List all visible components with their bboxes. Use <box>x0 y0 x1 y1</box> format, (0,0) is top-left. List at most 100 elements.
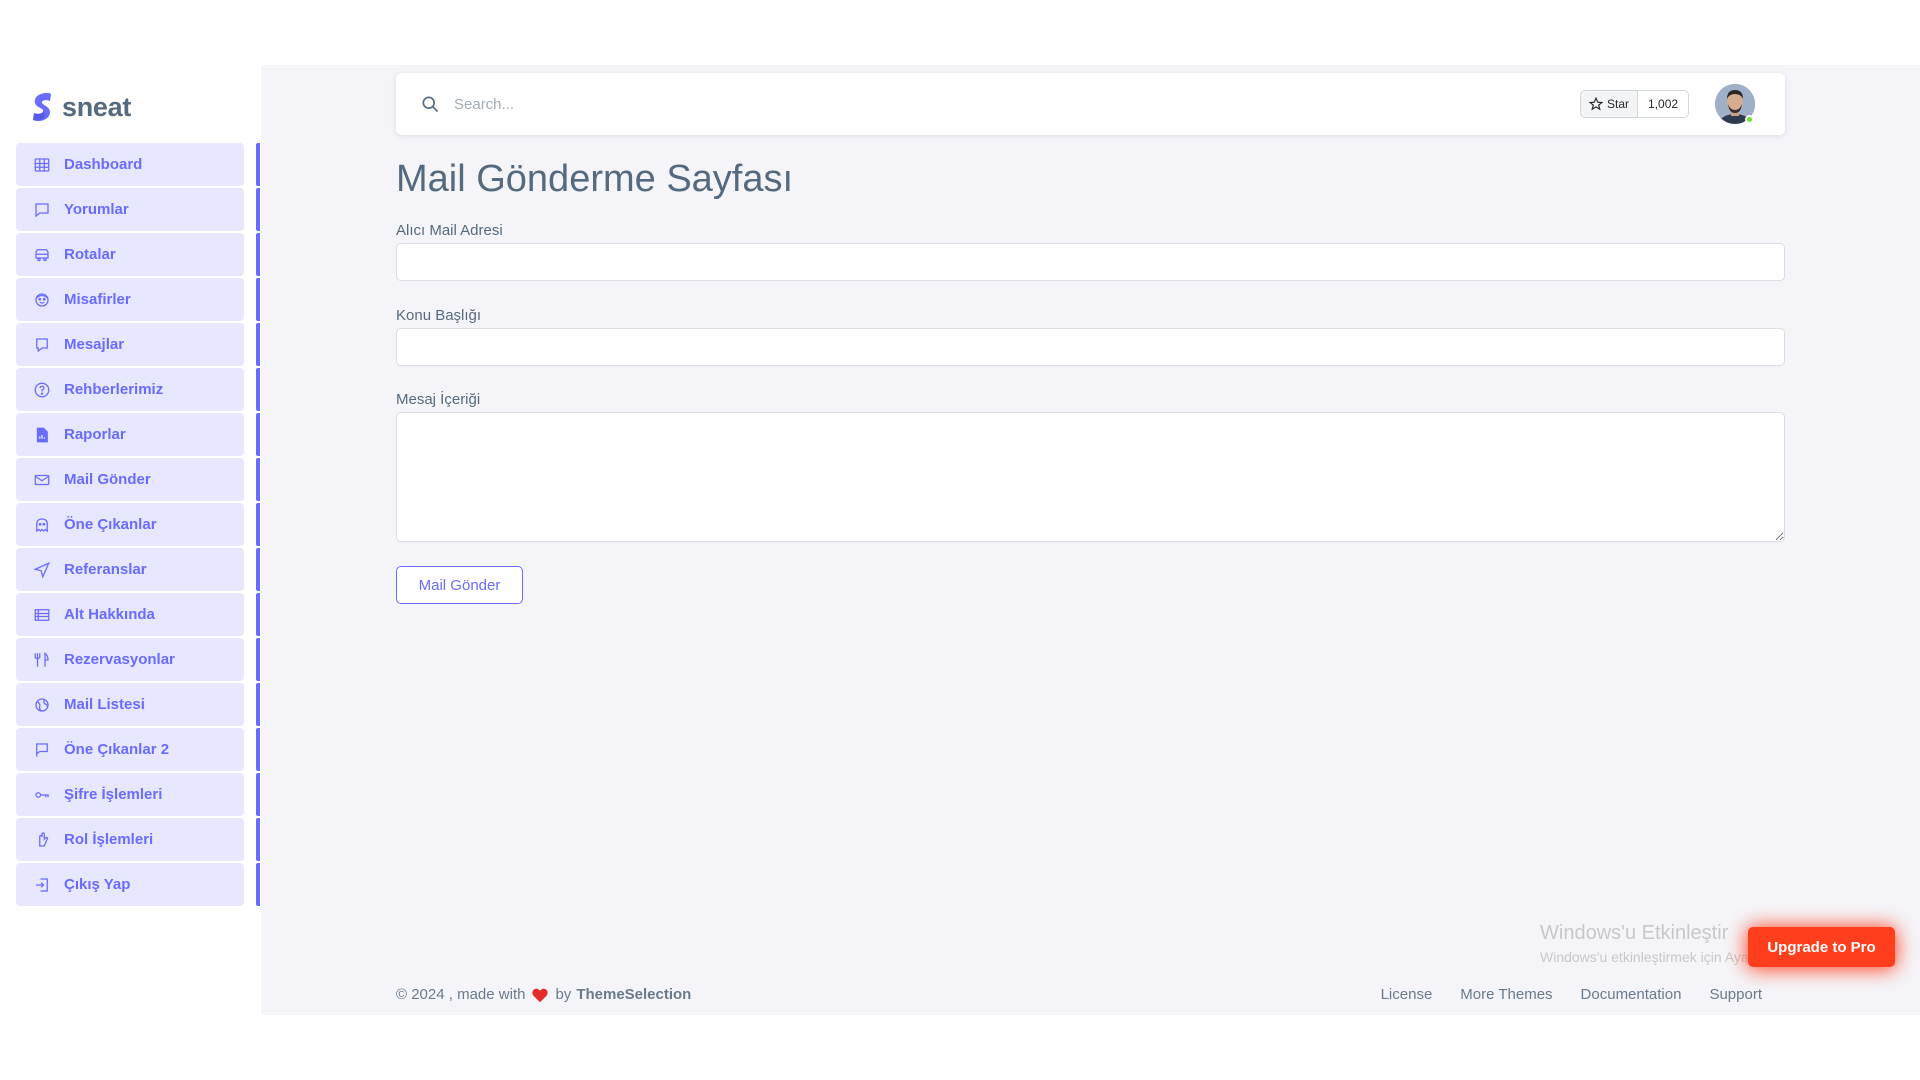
copyright-text: © 2024 , made with <box>396 986 526 1003</box>
recipient-label: Alıcı Mail Adresi <box>396 222 503 239</box>
sidebar: sneat Dashboard Yorumlar Rotalar Misafir… <box>0 65 261 1015</box>
app-shell: sneat Dashboard Yorumlar Rotalar Misafir… <box>0 65 1920 1015</box>
log-out-icon <box>32 875 52 895</box>
active-indicator <box>256 188 260 231</box>
sidebar-item-label: Rehberlerimiz <box>64 381 164 398</box>
sidebar-item-label: Mesajlar <box>64 336 125 353</box>
navigation-icon <box>32 560 52 580</box>
star-count[interactable]: 1,002 <box>1638 90 1690 118</box>
active-indicator <box>256 368 260 411</box>
sidebar-item-label: Yorumlar <box>64 201 129 218</box>
sidebar-item-referanslar[interactable]: Referanslar <box>16 548 261 591</box>
comment-icon <box>32 200 52 220</box>
active-indicator <box>256 638 260 681</box>
footer-link-documentation[interactable]: Documentation <box>1581 986 1682 1003</box>
sidebar-item-raporlar[interactable]: Raporlar <box>16 413 261 456</box>
active-indicator <box>256 593 260 636</box>
search-input[interactable] <box>454 89 854 119</box>
list-box-icon <box>32 605 52 625</box>
brand[interactable]: sneat <box>30 91 131 123</box>
sidebar-item-dashboard[interactable]: Dashboard <box>16 143 261 186</box>
sidebar-item-cikis-yap[interactable]: Çıkış Yap <box>16 863 261 906</box>
sneat-logo-icon <box>33 93 51 122</box>
sidebar-item-label: Öne Çıkanlar <box>64 516 157 533</box>
sidebar-item-rehberlerimiz[interactable]: Rehberlerimiz <box>16 368 261 411</box>
active-indicator <box>256 683 260 726</box>
brand-name: sneat <box>62 91 132 122</box>
active-indicator <box>256 413 260 456</box>
recipient-email-field[interactable] <box>396 243 1785 281</box>
send-mail-button[interactable]: Mail Gönder <box>396 566 523 604</box>
footer-link-more-themes[interactable]: More Themes <box>1460 986 1552 1003</box>
star-button[interactable]: Star <box>1580 90 1639 118</box>
sidebar-item-one-cikanlar[interactable]: Öne Çıkanlar <box>16 503 261 546</box>
sidebar-item-label: Raporlar <box>64 426 126 443</box>
file-report-icon <box>32 425 52 445</box>
sidebar-item-rol-islemleri[interactable]: Rol İşlemleri <box>16 818 261 861</box>
active-indicator <box>256 278 260 321</box>
sidebar-item-mail-gonder[interactable]: Mail Gönder <box>16 458 261 501</box>
footer-link-support[interactable]: Support <box>1709 986 1762 1003</box>
sidebar-item-misafirler[interactable]: Misafirler <box>16 278 261 321</box>
sidebar-item-label: Çıkış Yap <box>64 876 131 893</box>
sidebar-item-label: Referanslar <box>64 561 147 578</box>
by-text: by <box>555 986 572 1003</box>
grid-icon <box>32 155 52 175</box>
body-label: Mesaj İçeriği <box>396 391 481 408</box>
subject-label: Konu Başlığı <box>396 307 482 324</box>
sidebar-item-mesajlar[interactable]: Mesajlar <box>16 323 261 366</box>
star-label: Star <box>1607 97 1630 111</box>
key-icon <box>32 785 52 805</box>
mail-send-icon <box>32 470 52 490</box>
active-indicator <box>256 728 260 771</box>
ghost-icon <box>32 515 52 535</box>
sidebar-item-alt-hakkinda[interactable]: Alt Hakkında <box>16 593 261 636</box>
sidebar-item-label: Şifre İşlemleri <box>64 786 163 803</box>
active-indicator <box>256 773 260 816</box>
heart-icon <box>532 988 549 1002</box>
active-indicator <box>256 143 260 186</box>
sidebar-item-one-cikanlar-2[interactable]: Öne Çıkanlar 2 <box>16 728 261 771</box>
message-body-textarea[interactable] <box>396 412 1785 542</box>
sidebar-item-label: Rezervasyonlar <box>64 651 175 668</box>
sidebar-item-label: Alt Hakkında <box>64 606 155 623</box>
online-status-dot <box>1745 115 1754 124</box>
search-icon <box>422 96 439 113</box>
active-indicator <box>256 503 260 546</box>
sidebar-item-rezervasyonlar[interactable]: Rezervasyonlar <box>16 638 261 681</box>
github-star-widget[interactable]: Star 1,002 <box>1580 90 1690 118</box>
sidebar-item-label: Öne Çıkanlar 2 <box>64 741 170 758</box>
sidebar-item-label: Mail Listesi <box>64 696 145 713</box>
footer-link-license[interactable]: License <box>1381 986 1433 1003</box>
message-icon <box>32 335 52 355</box>
sidebar-item-label: Dashboard <box>64 156 143 173</box>
subject-field[interactable] <box>396 328 1785 366</box>
page-title: Mail Gönderme Sayfası <box>396 158 794 200</box>
active-indicator <box>256 233 260 276</box>
themeselection-link[interactable]: ThemeSelection <box>576 986 691 1003</box>
active-indicator <box>256 548 260 591</box>
restaurant-icon <box>32 650 52 670</box>
footer-links: License More Themes Documentation Suppor… <box>1353 986 1762 1003</box>
face-icon <box>32 290 52 310</box>
sidebar-item-sifre-islemleri[interactable]: Şifre İşlemleri <box>16 773 261 816</box>
active-indicator <box>256 863 260 906</box>
sidebar-item-label: Rotalar <box>64 246 116 263</box>
sidebar-item-label: Rol İşlemleri <box>64 831 154 848</box>
star-icon <box>1589 97 1603 111</box>
sidebar-menu: Dashboard Yorumlar Rotalar Misafirler Me <box>16 143 261 908</box>
sidebar-item-yorumlar[interactable]: Yorumlar <box>16 188 261 231</box>
active-indicator <box>256 818 260 861</box>
upgrade-to-pro-button[interactable]: Upgrade to Pro <box>1748 927 1895 967</box>
hand-icon <box>32 830 52 850</box>
sidebar-item-rotalar[interactable]: Rotalar <box>16 233 261 276</box>
footer-copyright: © 2024 , made with by ThemeSelection <box>396 986 691 1003</box>
active-indicator <box>256 323 260 366</box>
top-navbar: Star 1,002 <box>396 73 1785 135</box>
active-indicator <box>256 458 260 501</box>
bus-icon <box>32 245 52 265</box>
globe-icon <box>32 695 52 715</box>
sidebar-item-label: Mail Gönder <box>64 471 151 488</box>
sidebar-item-mail-listesi[interactable]: Mail Listesi <box>16 683 261 726</box>
help-circle-icon <box>32 380 52 400</box>
